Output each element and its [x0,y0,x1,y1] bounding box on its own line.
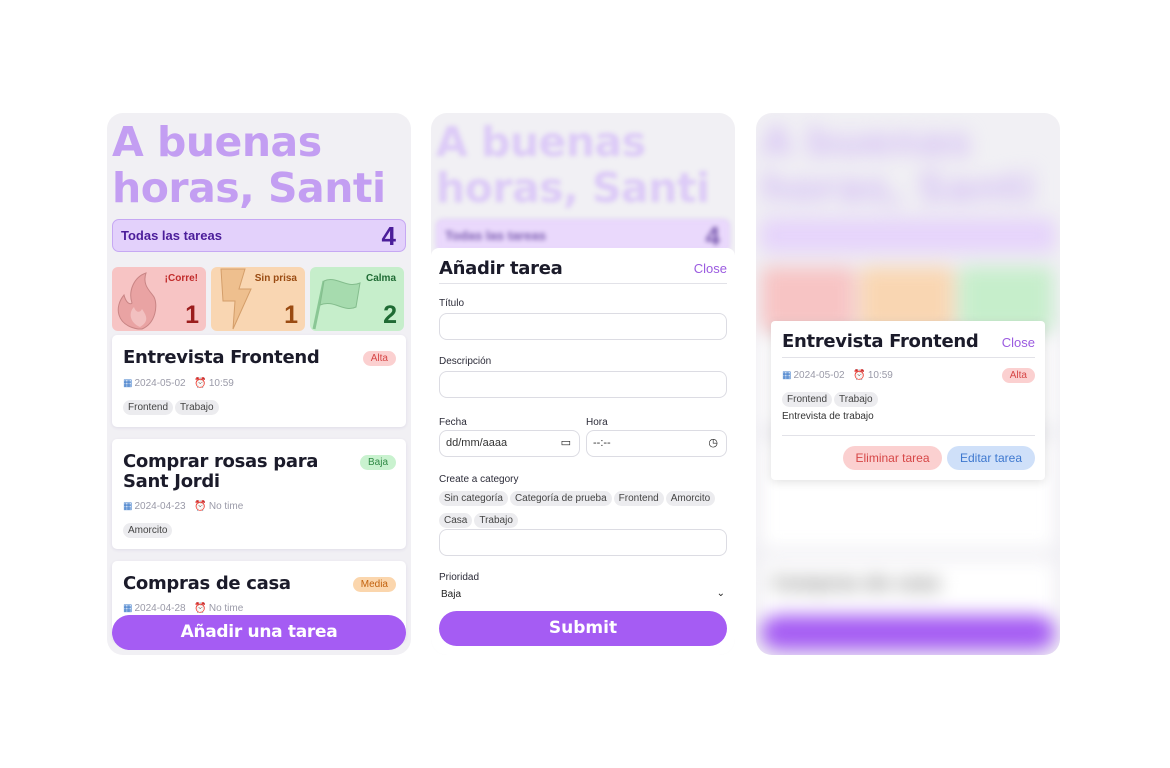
fecha-placeholder: dd/mm/aaaa [446,437,508,449]
phone-screen-task-detail: A buenas horas, Santi Compras de casa En… [756,113,1060,655]
task-title: Compras de casa [772,573,940,594]
task-title: Comprar rosas para Sant Jordi [123,451,319,492]
task-card[interactable]: Entrevista Frontend Alta ▦ 2024-05-02 ⏰ 10… [112,335,406,427]
task-tags: Frontend Trabajo [123,397,221,415]
all-tasks-count: 4 [381,221,396,251]
alarm-clock-icon: ⏰ [194,603,207,614]
calendar-icon: ▦ [123,603,133,614]
all-tasks-bar [761,219,1055,252]
category-urgent-label: ¡Corre! [164,273,198,284]
titulo-label: Título [439,298,465,309]
prioridad-select[interactable]: Baja [441,589,461,600]
category-no-rush-card[interactable]: Sin prisa 1 [211,267,305,331]
task-meta: ▦ 2024-05-02 ⏰ 10:59 [782,370,893,381]
task-tags: Amorcito [123,520,174,538]
add-task-button[interactable]: Añadir una tarea [112,615,406,650]
calendar-icon: ▦ [123,378,133,389]
task-description: Entrevista de trabajo [782,411,874,422]
alarm-clock-icon: ⏰ [853,370,866,381]
priority-badge: Media [352,577,396,592]
phone-screen-add-task: A buenas horas, Santi Todas las tareas 4… [431,113,735,655]
greeting-heading: A buenas horas, Santi [436,118,710,212]
category-no-rush-count: 1 [284,301,298,329]
task-date: 2024-05-02 [793,370,845,381]
close-button[interactable]: Close [1002,335,1035,350]
divider [439,283,727,284]
category-urgent-card[interactable]: ¡Corre! 1 [112,267,206,331]
category-chip[interactable]: Casa [439,513,473,528]
clock-icon[interactable]: ◷ [708,431,718,456]
task-time: 10:59 [208,378,234,389]
priority-badge: Alta [362,351,396,366]
category-no-rush-label: Sin prisa [254,273,297,284]
category-chip[interactable]: Trabajo [474,513,518,528]
task-date: 2024-04-28 [134,603,186,614]
hora-input[interactable]: --:-- ◷ [586,430,727,457]
tag-pill: Frontend [782,392,833,407]
priority-badge: Baja [359,455,396,470]
task-meta: ▦ 2024-04-23 ⏰ No time [123,501,243,512]
prioridad-label: Prioridad [439,572,480,583]
category-calm-label: Calma [365,273,396,284]
category-chip-list: Sin categoría Categoría de prueba Frontend… [439,488,729,532]
modal-title: Entrevista Frontend [782,331,979,352]
category-label: Create a category [439,474,519,485]
calendar-icon[interactable]: ▭ [561,431,571,456]
task-time: 10:59 [867,370,893,381]
task-time: No time [208,603,244,614]
alarm-clock-icon: ⏰ [194,378,207,389]
sheet-title: Añadir tarea [439,258,563,279]
task-meta: ▦ 2024-05-02 ⏰ 10:59 [123,378,234,389]
task-date: 2024-05-02 [134,378,186,389]
divider [782,357,1035,358]
chevron-down-icon[interactable]: ⌄ [717,588,725,599]
category-calm-count: 2 [383,301,397,329]
task-title: Entrevista Frontend [123,347,320,368]
tag-pill: Amorcito [123,523,173,538]
calendar-icon: ▦ [123,501,133,512]
task-card[interactable]: Comprar rosas para Sant Jordi Baja ▦ 2024… [112,439,406,549]
tag-pill: Frontend [123,400,174,415]
phone-screen-tasks: A buenas horas, Santi Todas las tareas 4… [107,113,411,655]
submit-button[interactable]: Submit [439,611,727,646]
hora-placeholder: --:-- [593,437,611,449]
alarm-clock-icon: ⏰ [194,501,207,512]
category-chip[interactable]: Categoría de prueba [509,491,612,506]
new-category-input[interactable] [439,529,727,556]
tag-pill: Trabajo [175,400,219,415]
descripcion-input[interactable] [439,371,727,398]
task-date: 2024-04-23 [134,501,186,512]
fecha-label: Fecha [439,417,467,428]
category-calm-card[interactable]: Calma 2 [310,267,404,331]
category-urgent-count: 1 [185,301,199,329]
task-time: No time [208,501,244,512]
task-meta: ▦ 2024-04-28 ⏰ No time [123,603,243,614]
category-chip[interactable]: Frontend [613,491,664,506]
hora-label: Hora [586,417,608,428]
task-tags: Frontend Trabajo [782,389,880,407]
fecha-input[interactable]: dd/mm/aaaa ▭ [439,430,580,457]
divider [782,435,1035,436]
all-tasks-bar[interactable]: Todas las tareas 4 [112,219,406,252]
tag-pill: Trabajo [834,392,878,407]
add-task-button [761,615,1055,650]
category-chip[interactable]: Sin categoría [439,491,508,506]
descripcion-label: Descripción [439,356,492,367]
delete-task-button[interactable]: Eliminar tarea [843,446,942,470]
greeting-heading: A buenas horas, Santi [112,118,386,212]
greeting-heading: A buenas horas, Santi [761,118,1035,212]
all-tasks-label: Todas las tareas [121,228,222,243]
edit-task-button[interactable]: Editar tarea [947,446,1035,470]
task-detail-modal: Entrevista Frontend Close ▦ 2024-05-02 ⏰ 1… [771,321,1045,480]
category-chip[interactable]: Amorcito [665,491,716,506]
calendar-icon: ▦ [782,370,792,381]
priority-badge: Alta [1001,368,1035,383]
close-button[interactable]: Close [694,261,727,276]
add-task-sheet: Añadir tarea Close Título Descripción Fe… [431,248,735,655]
titulo-input[interactable] [439,313,727,340]
task-title: Compras de casa [123,573,291,594]
all-tasks-label: Todas las tareas [445,228,546,243]
